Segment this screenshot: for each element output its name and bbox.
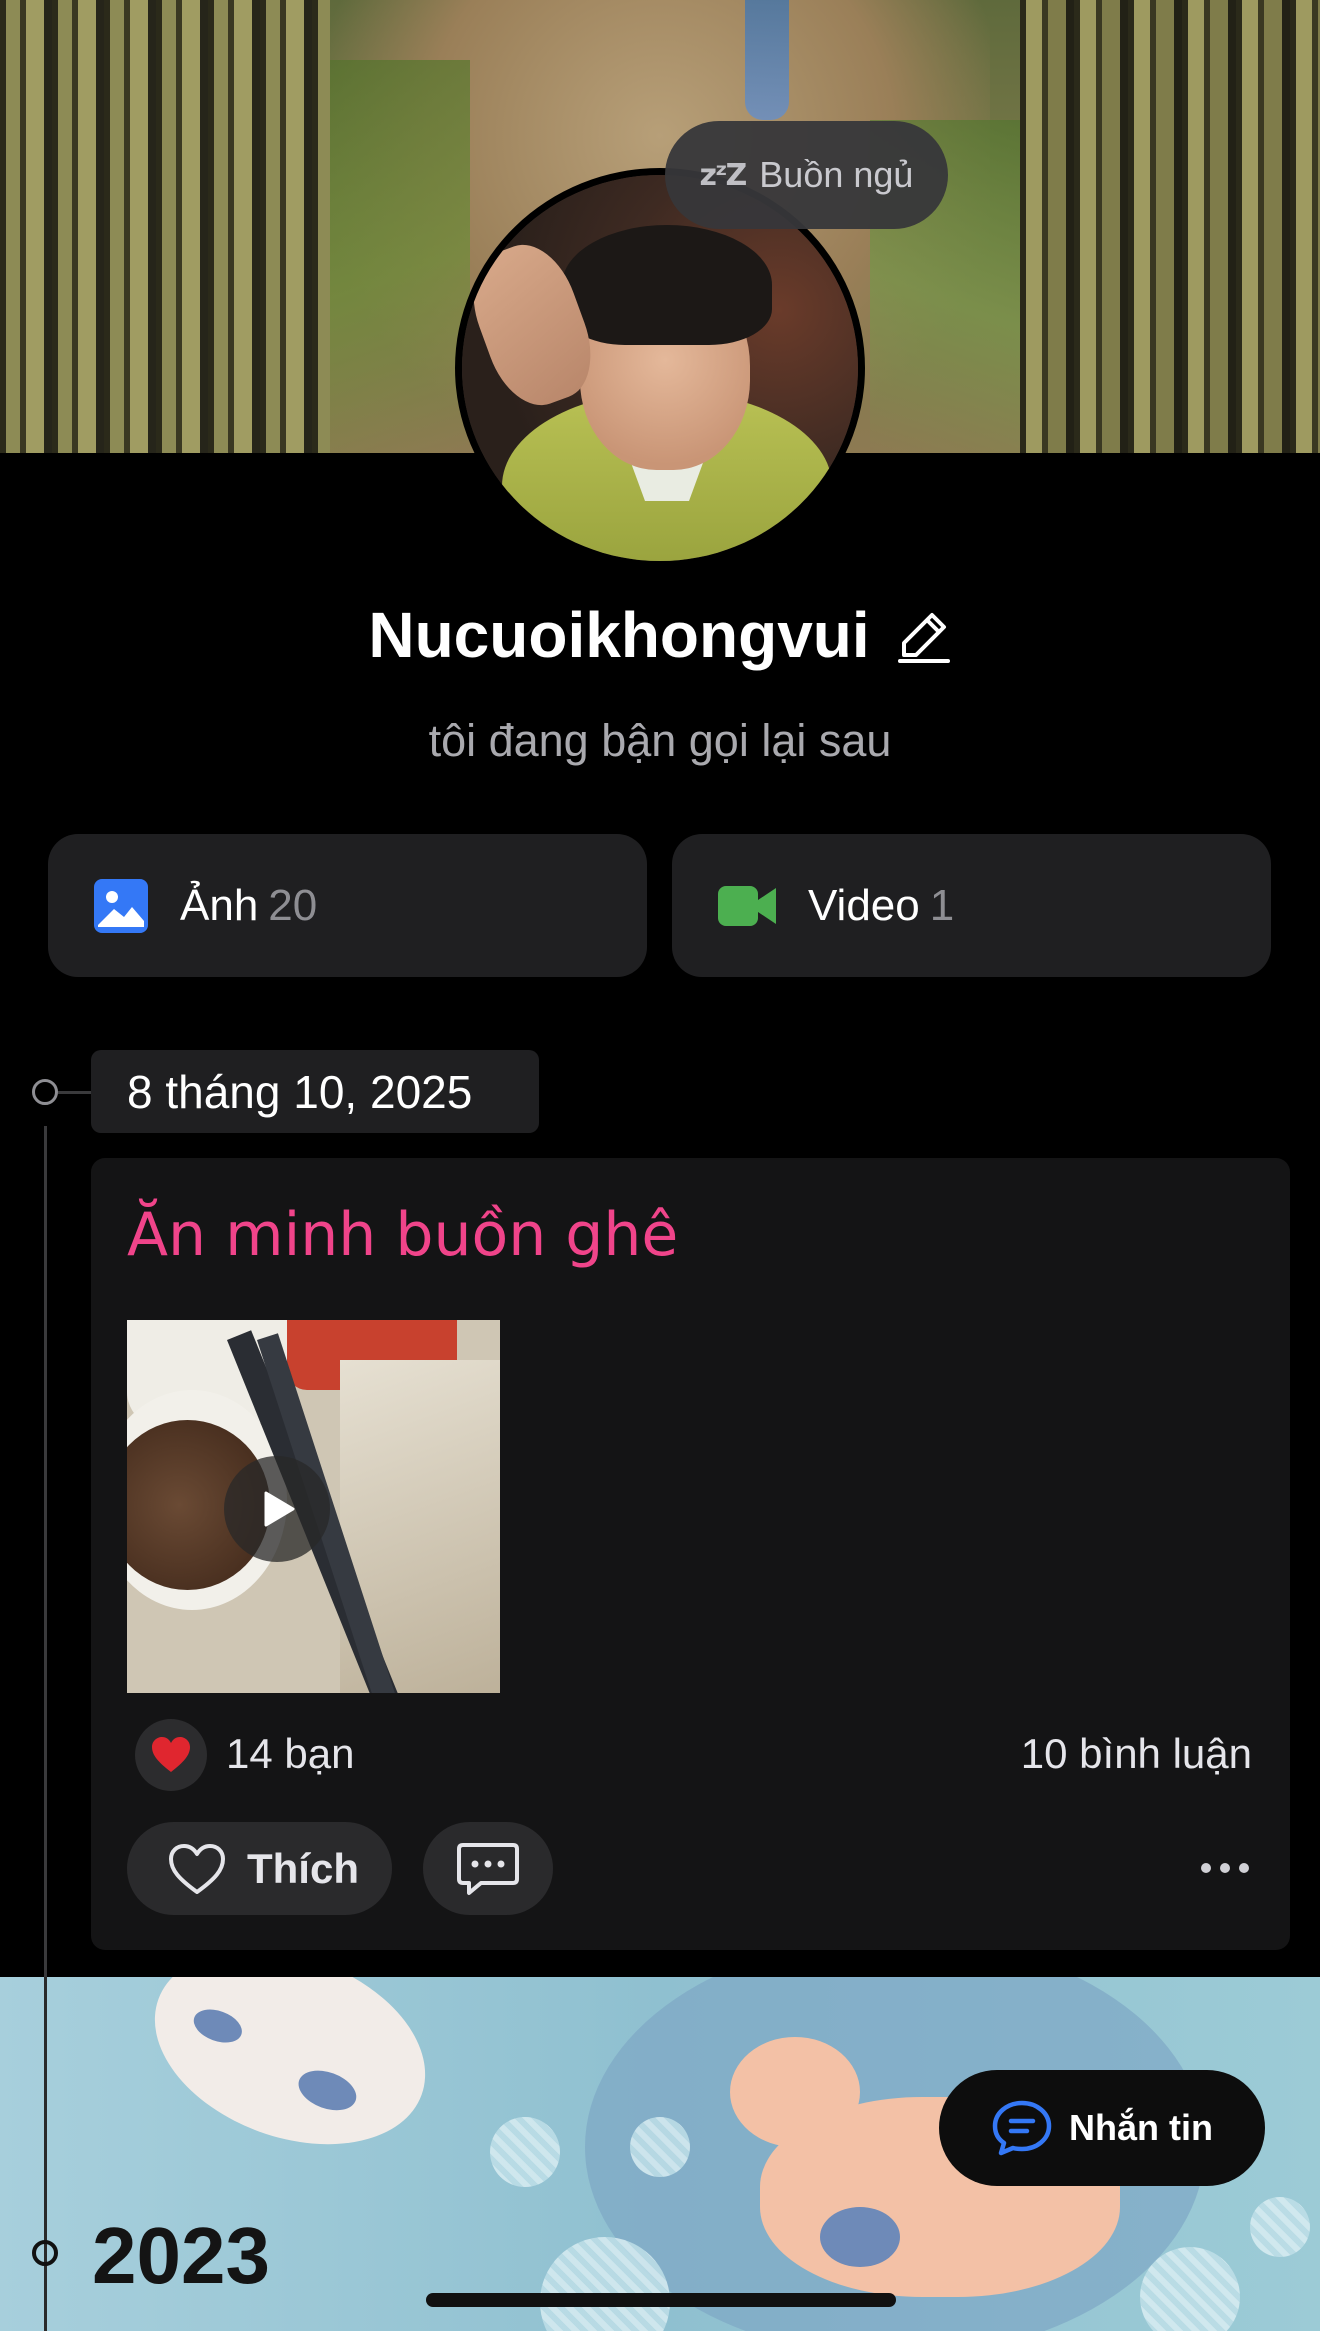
post-title: Ăn minh buồn ghê — [127, 1200, 679, 1270]
profile-name: Nucuoikhongvui — [368, 599, 870, 671]
photo-icon — [94, 878, 148, 933]
comment-button[interactable] — [423, 1822, 553, 1915]
zzz-icon: zᶻZ — [699, 157, 748, 193]
date-chip: 8 tháng 10, 2025 — [91, 1050, 539, 1133]
videos-count: 1 — [929, 880, 955, 930]
year-dot — [32, 2240, 58, 2266]
cat-spot — [820, 2207, 900, 2267]
cover-figure — [745, 0, 789, 120]
year-label: 2023 — [92, 2211, 270, 2300]
more-dot — [1220, 1863, 1230, 1873]
like-button[interactable]: Thích — [127, 1822, 392, 1915]
message-button[interactable]: Nhắn tin — [939, 2070, 1265, 2186]
cat-spot — [189, 2003, 247, 2049]
heart-reaction-icon — [152, 1737, 190, 1772]
edit-pencil-icon[interactable] — [896, 607, 952, 663]
cat-spot — [293, 2063, 362, 2118]
more-dot — [1201, 1863, 1211, 1873]
reactions-count[interactable]: 14 bạn — [226, 1730, 354, 1778]
avatar-hair — [562, 225, 772, 345]
name-row: Nucuoikhongvui — [0, 598, 1320, 672]
yarn-ball — [1250, 2197, 1310, 2257]
cover-bamboo-right — [1020, 0, 1320, 453]
like-label: Thích — [247, 1844, 359, 1892]
cover-bamboo-left — [0, 0, 330, 453]
comments-count[interactable]: 10 bình luận — [1021, 1730, 1252, 1778]
chat-bubble-icon — [992, 2100, 1052, 2156]
profile-bio: tôi đang bận gọi lại sau — [428, 715, 892, 766]
more-dot — [1239, 1863, 1249, 1873]
cat-illustration — [127, 1977, 453, 2180]
status-text: Buồn ngủ — [759, 154, 914, 195]
cat-head — [730, 2037, 860, 2147]
more-options-button[interactable] — [1185, 1838, 1265, 1898]
photos-label: Ảnh — [180, 880, 259, 930]
yarn-ball — [630, 2117, 690, 2177]
home-indicator[interactable] — [426, 2293, 896, 2307]
comment-icon — [457, 1842, 519, 1895]
photos-button[interactable]: Ảnh 20 — [48, 834, 647, 977]
timeline-line-year — [44, 1977, 47, 2331]
reaction-badge[interactable] — [135, 1719, 207, 1791]
play-icon — [264, 1491, 295, 1527]
yarn-ball — [1140, 2247, 1240, 2331]
videos-label: Video — [808, 880, 920, 930]
yarn-ball — [490, 2117, 560, 2187]
play-button[interactable] — [224, 1456, 330, 1562]
timeline-dot — [32, 1079, 58, 1105]
status-pill[interactable]: zᶻZ Buồn ngủ — [665, 121, 948, 229]
heart-outline-icon — [169, 1843, 225, 1894]
timeline-tick — [58, 1091, 92, 1094]
video-camera-icon — [718, 885, 776, 926]
videos-button[interactable]: Video 1 — [672, 834, 1271, 977]
photos-count: 20 — [268, 880, 318, 930]
message-label: Nhắn tin — [1069, 2107, 1213, 2148]
